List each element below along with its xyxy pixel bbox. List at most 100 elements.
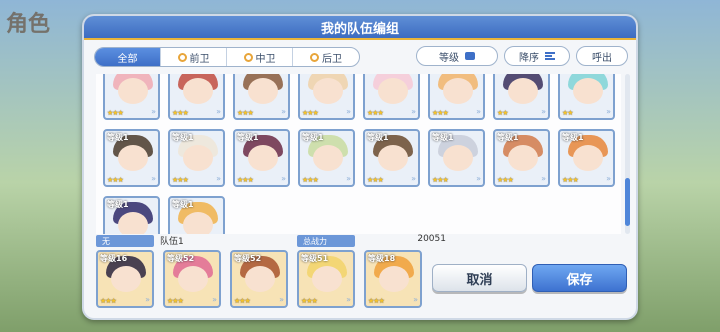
character-portrait — [118, 78, 148, 104]
roster-character-card[interactable]: ★★★ » — [233, 74, 290, 120]
roster-character-card[interactable]: ★★ » — [558, 74, 615, 120]
star-rating: ★★★ — [302, 109, 319, 117]
roster-character-card[interactable]: 等级1★★★» — [363, 129, 420, 187]
character-grid: ★★★» ★★★» ★★★» ★★★» ★★★» ★★★» ★★» ★★» 等级1 ★★★» 等级1… — [103, 74, 615, 234]
roster-character-card[interactable]: 等级1★★★» — [493, 129, 550, 187]
character-level: 等级1 — [302, 133, 324, 142]
tab-middle[interactable]: 中卫 — [227, 48, 293, 66]
total-power-label: 总战力 — [297, 235, 355, 247]
character-portrait — [111, 266, 141, 292]
position-arrow-icon: » — [413, 295, 418, 304]
star-rating: ★★★ — [237, 176, 254, 184]
roster-character-card[interactable]: 等级1★★★» — [233, 129, 290, 187]
order-toggle-button[interactable]: 降序 — [504, 46, 570, 66]
tab-front-label: 前卫 — [189, 53, 210, 65]
roster-character-card[interactable]: 等级1★★★» — [558, 129, 615, 187]
star-rating: ★★ — [497, 109, 509, 117]
position-arrow-icon: » — [606, 107, 611, 116]
tab-middle-label: 中卫 — [255, 53, 276, 65]
character-portrait — [245, 266, 275, 292]
star-rating: ★★★ — [562, 176, 579, 184]
position-arrow-icon: » — [411, 107, 416, 116]
star-rating: ★★★ — [367, 109, 384, 117]
back-position-icon — [310, 52, 319, 62]
roster-character-card[interactable]: ★★★ » — [168, 74, 225, 120]
character-level: 等级52 — [167, 254, 195, 263]
tab-all-label: 全部 — [117, 53, 138, 65]
order-toggle-label: 降序 — [519, 52, 539, 64]
team-member-card[interactable]: 等级52 ★★★ » — [230, 250, 288, 308]
position-arrow-icon: » — [151, 174, 156, 183]
team-member-card[interactable]: 等级18 ★★★ » — [364, 250, 422, 308]
character-level: 等级1 — [172, 133, 194, 142]
roster-character-card[interactable]: 等级1★★★» — [103, 129, 160, 187]
roster-character-card[interactable]: ★★★ » — [103, 74, 160, 120]
position-arrow-icon: » — [212, 295, 217, 304]
star-rating: ★★★ — [432, 176, 449, 184]
position-arrow-icon: » — [411, 174, 416, 183]
save-button[interactable]: 保存 — [532, 264, 627, 292]
background-screen-title: 角色 — [6, 12, 51, 37]
team-name: 队伍1 — [160, 237, 184, 247]
position-arrow-icon: » — [346, 295, 351, 304]
team-member-card[interactable]: 等级52 ★★★ » — [163, 250, 221, 308]
position-arrow-icon: » — [606, 174, 611, 183]
level-sort-button[interactable]: 等级 — [416, 46, 498, 66]
position-arrow-icon: » — [541, 174, 546, 183]
character-level: 等级16 — [100, 254, 128, 263]
character-portrait — [379, 266, 409, 292]
sort-key-icon — [465, 52, 475, 60]
star-rating: ★★★ — [100, 297, 117, 305]
character-portrait — [183, 145, 213, 171]
position-arrow-icon: » — [151, 107, 156, 116]
star-rating: ★★★ — [432, 109, 449, 117]
position-arrow-icon: » — [279, 295, 284, 304]
position-arrow-icon: » — [216, 107, 221, 116]
tab-back-label: 后卫 — [322, 53, 342, 65]
character-level: 等级1 — [432, 133, 454, 142]
filter-bar: 全部 前卫 中卫 后卫 等级 降序 呼出 — [94, 46, 628, 68]
character-level: 等级1 — [107, 133, 129, 142]
star-rating: ★★★ — [302, 176, 319, 184]
dialog-header: 我的队伍编组 — [84, 16, 636, 40]
team-member-card[interactable]: 等级51 ★★★ » — [297, 250, 355, 308]
star-rating: ★★★ — [367, 176, 384, 184]
roster-character-card[interactable]: 等级1★★★» — [168, 129, 225, 187]
total-power-value: 20051 — [417, 234, 446, 244]
roster-scrollbar-thumb[interactable] — [625, 178, 630, 226]
team-members: 等级16 ★★★ » 等级52 ★★★ » 等级52 ★★★ » 等级51 ★★★ » 等级18 ★★★ » — [96, 250, 422, 308]
character-level: 等级1 — [237, 133, 259, 142]
roster-character-card[interactable]: 等级1 ★★★ » — [428, 129, 485, 187]
dialog-title: 我的队伍编组 — [320, 21, 399, 37]
level-sort-label: 等级 — [439, 52, 459, 64]
roster-character-card[interactable]: 等级1★★★» — [103, 196, 160, 234]
position-filter-tabs: 全部 前卫 中卫 后卫 — [94, 47, 360, 67]
roster-character-card[interactable]: ★★★ » — [363, 74, 420, 120]
tab-back[interactable]: 后卫 — [293, 48, 359, 66]
star-rating: ★★★ — [301, 297, 318, 305]
roster-scrollbar[interactable] — [625, 74, 630, 234]
team-member-card[interactable]: 等级16 ★★★ » — [96, 250, 154, 308]
position-arrow-icon: » — [476, 107, 481, 116]
character-portrait — [508, 145, 538, 171]
position-arrow-icon: » — [281, 107, 286, 116]
tab-all[interactable]: 全部 — [95, 48, 161, 66]
position-arrow-icon: » — [541, 107, 546, 116]
roster-character-card[interactable]: ★★ » — [493, 74, 550, 120]
cancel-button[interactable]: 取消 — [432, 264, 527, 292]
roster-character-card[interactable]: 等级1★★★» — [168, 196, 225, 234]
roster-character-card[interactable]: 等级1★★★» — [298, 129, 355, 187]
position-arrow-icon: » — [476, 174, 481, 183]
team-edit-dialog: 我的队伍编组 全部 前卫 中卫 后卫 等级 降序 呼出 ★★★ » ★★★ » ★★★ »… — [82, 14, 638, 320]
character-portrait — [183, 212, 213, 234]
tab-front[interactable]: 前卫 — [161, 48, 227, 66]
star-rating: ★★★ — [107, 109, 124, 117]
call-out-label: 呼出 — [592, 52, 612, 64]
star-rating: ★★★ — [234, 297, 251, 305]
character-portrait — [312, 266, 342, 292]
roster-character-card[interactable]: ★★★ » — [428, 74, 485, 120]
character-portrait — [248, 145, 278, 171]
roster-character-card[interactable]: ★★★ » — [298, 74, 355, 120]
character-portrait — [378, 145, 408, 171]
call-out-button[interactable]: 呼出 — [576, 46, 628, 66]
